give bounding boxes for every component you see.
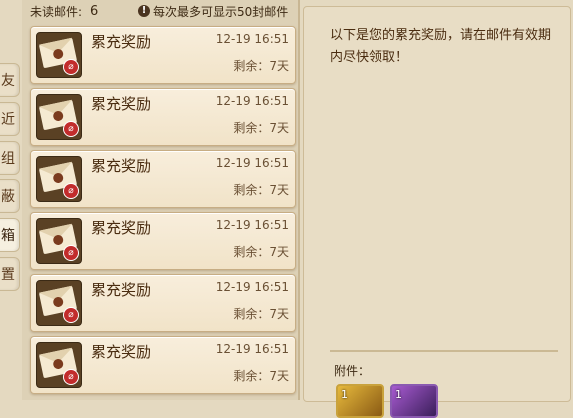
mail-title: 累充奖励 — [91, 95, 152, 113]
envelope-icon: ⌀ — [36, 32, 82, 78]
mail-item[interactable]: ⌀ 累充奖励 12-19 16:51 剩余：7天 — [30, 274, 296, 332]
mail-item[interactable]: ⌀ 累充奖励 12-19 16:51 剩余：7天 — [30, 336, 296, 394]
mail-limit-notice: 每次最多可显示50封邮件 — [153, 5, 289, 19]
divider — [330, 350, 558, 352]
mail-title: 累充奖励 — [91, 33, 152, 51]
mail-item[interactable]: ⌀ 累充奖励 12-19 16:51 剩余：7天 — [30, 26, 296, 84]
exclamation-icon: ! — [138, 5, 150, 17]
attachments-label: 附件： — [334, 364, 371, 378]
attachment-clip-icon: ⌀ — [63, 121, 79, 137]
unread-label: 未读邮件: — [30, 5, 83, 19]
tab-nearby[interactable]: 近 — [0, 102, 20, 136]
envelope-icon: ⌀ — [36, 156, 82, 202]
unread-count: 6 — [90, 4, 99, 19]
mail-date: 12-19 16:51 — [215, 32, 289, 46]
envelope-icon: ⌀ — [36, 218, 82, 264]
tab-friends[interactable]: 友 — [0, 63, 20, 97]
envelope-icon: ⌀ — [36, 280, 82, 326]
mail-date: 12-19 16:51 — [215, 342, 289, 356]
attachment-clip-icon: ⌀ — [63, 245, 79, 261]
mail-detail-panel: 以下是您的累充奖励，请在邮件有效期内尽快领取！ 附件： — [303, 6, 571, 402]
mail-remaining: 剩余：7天 — [233, 307, 289, 321]
mail-date: 12-19 16:51 — [215, 94, 289, 108]
mail-title: 累充奖励 — [91, 281, 152, 299]
mail-date: 12-19 16:51 — [215, 156, 289, 170]
gold-item-icon[interactable]: 1 — [336, 384, 384, 418]
mail-header: 未读邮件: 6 ! 每次最多可显示50封邮件 — [22, 0, 298, 24]
attachment-clip-icon: ⌀ — [63, 183, 79, 199]
attachment-clip-icon: ⌀ — [63, 369, 79, 385]
mail-remaining: 剩余：7天 — [233, 59, 289, 73]
item-count: 1 — [341, 388, 348, 401]
mail-date: 12-19 16:51 — [215, 218, 289, 232]
mail-list-panel: 未读邮件: 6 ! 每次最多可显示50封邮件 ⌀ 累充奖励 12-19 16:5… — [22, 0, 300, 400]
mail-body-text: 以下是您的累充奖励，请在邮件有效期内尽快领取！ — [330, 28, 552, 65]
tab-mailbox[interactable]: 箱 — [0, 218, 20, 252]
tab-blocked[interactable]: 蔽 — [0, 179, 20, 213]
mail-remaining: 剩余：7天 — [233, 369, 289, 383]
mail-item[interactable]: ⌀ 累充奖励 12-19 16:51 剩余：7天 — [30, 212, 296, 270]
mail-item[interactable]: ⌀ 累充奖励 12-19 16:51 剩余：7天 — [30, 88, 296, 146]
mail-remaining: 剩余：7天 — [233, 245, 289, 259]
mail-title: 累充奖励 — [91, 157, 152, 175]
purple-item-icon[interactable]: 1 — [390, 384, 438, 418]
mail-item[interactable]: ⌀ 累充奖励 12-19 16:51 剩余：7天 — [30, 150, 296, 208]
item-count: 1 — [395, 388, 402, 401]
envelope-icon: ⌀ — [36, 342, 82, 388]
mail-remaining: 剩余：7天 — [233, 121, 289, 135]
attachment-clip-icon: ⌀ — [63, 59, 79, 75]
envelope-icon: ⌀ — [36, 94, 82, 140]
mail-date: 12-19 16:51 — [215, 280, 289, 294]
tab-settings[interactable]: 置 — [0, 257, 20, 291]
mail-title: 累充奖励 — [91, 219, 152, 237]
mail-title: 累充奖励 — [91, 343, 152, 361]
mail-remaining: 剩余：7天 — [233, 183, 289, 197]
attachment-clip-icon: ⌀ — [63, 307, 79, 323]
tab-group[interactable]: 组 — [0, 141, 20, 175]
